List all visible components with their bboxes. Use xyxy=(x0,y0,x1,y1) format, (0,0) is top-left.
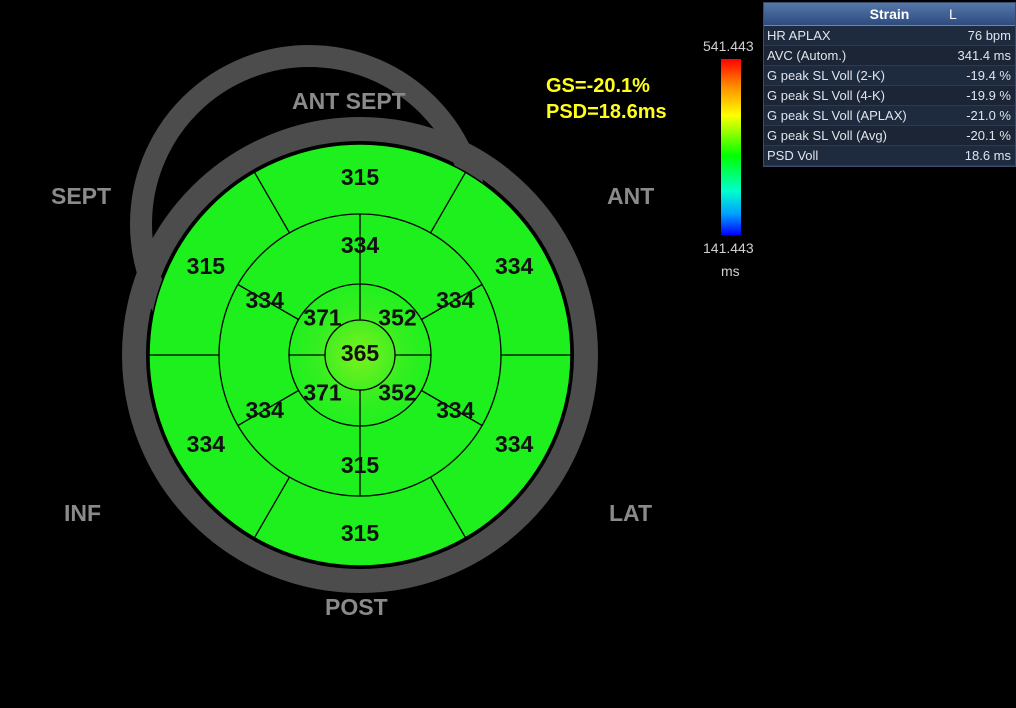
global-strain-summary: GS=-20.1% PSD=18.6ms xyxy=(546,73,667,125)
panel-row-label: G peak SL Voll (4-K) xyxy=(767,88,886,103)
panel-row-value: 18.6 ms xyxy=(964,148,1011,163)
apical-segment-value: 371 xyxy=(303,305,342,331)
panel-row-value: -19.4 % xyxy=(966,68,1011,83)
panel-row: G peak SL Voll (APLAX) -21.0 % xyxy=(764,106,1015,126)
panel-row: G peak SL Voll (4-K) -19.9 % xyxy=(764,86,1015,106)
panel-row-label: G peak SL Voll (APLAX) xyxy=(767,108,907,123)
basal-segment-value: 334 xyxy=(495,253,534,279)
basal-segment-value: 315 xyxy=(341,164,380,190)
mid-segment-value: 334 xyxy=(436,287,475,313)
strain-results-panel: Strain L HR APLAX 76 bpm AVC (Autom.) 341.4… xyxy=(763,2,1016,167)
panel-row-label: G peak SL Voll (Avg) xyxy=(767,128,887,143)
label-ant-sept: ANT SEPT xyxy=(292,88,406,114)
panel-row-label: PSD Voll xyxy=(767,148,819,163)
lead-indicator: L xyxy=(949,6,957,22)
mid-segment-value: 334 xyxy=(341,232,380,258)
mid-segment-value: 315 xyxy=(341,452,380,478)
apical-segment-value: 352 xyxy=(378,379,416,405)
panel-row: G peak SL Voll (Avg) -20.1 % xyxy=(764,126,1015,146)
basal-segment-value: 315 xyxy=(341,520,380,546)
apical-segment-value: 352 xyxy=(378,305,416,331)
apical-segment-value: 371 xyxy=(303,379,342,405)
panel-row: AVC (Autom.) 341.4 ms xyxy=(764,46,1015,66)
panel-row-value: 76 bpm xyxy=(967,28,1011,43)
color-scale-max: 541.443 xyxy=(703,38,754,54)
panel-row-label: G peak SL Voll (2-K) xyxy=(767,68,886,83)
color-scale-unit: ms xyxy=(721,263,740,279)
panel-row-value: 341.4 ms xyxy=(957,48,1011,63)
panel-row-label: HR APLAX xyxy=(767,28,831,43)
panel-title: Strain xyxy=(869,6,910,22)
mid-segment-value: 334 xyxy=(246,287,285,313)
psd-value: PSD=18.6ms xyxy=(546,101,667,123)
panel-row-value: -20.1 % xyxy=(966,128,1011,143)
panel-header[interactable]: Strain L xyxy=(764,3,1015,26)
color-scale-bar xyxy=(721,59,741,235)
gs-value: GS=-20.1% xyxy=(546,75,650,97)
panel-row-value: -19.9 % xyxy=(966,88,1011,103)
panel-row-value: -21.0 % xyxy=(966,108,1011,123)
color-scale-min: 141.443 xyxy=(703,240,754,256)
basal-segment-value: 334 xyxy=(187,431,226,457)
label-post: POST xyxy=(325,594,388,620)
apex-segment-value: 365 xyxy=(341,340,380,366)
mid-segment-value: 334 xyxy=(246,397,285,423)
basal-segment-value: 315 xyxy=(187,253,226,279)
label-lat: LAT xyxy=(609,500,653,526)
label-sept: SEPT xyxy=(51,183,112,209)
label-ant: ANT xyxy=(607,183,655,209)
panel-row: HR APLAX 76 bpm xyxy=(764,26,1015,46)
label-inf: INF xyxy=(64,500,102,526)
panel-row: PSD Voll 18.6 ms xyxy=(764,146,1015,166)
mid-segment-value: 334 xyxy=(436,397,475,423)
basal-segment-value: 334 xyxy=(495,431,534,457)
panel-row-label: AVC (Autom.) xyxy=(767,48,847,63)
panel-row: G peak SL Voll (2-K) -19.4 % xyxy=(764,66,1015,86)
